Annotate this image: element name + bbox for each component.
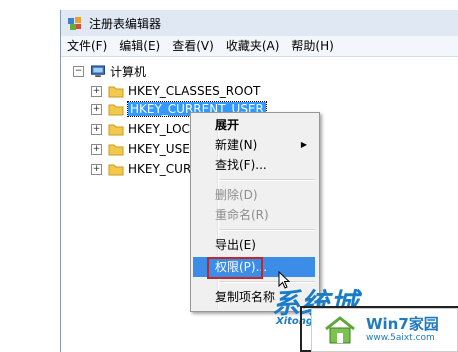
menu-item-new[interactable]: 新建(N) ▶ bbox=[193, 135, 315, 155]
menu-edit[interactable]: 编辑(E) bbox=[113, 36, 166, 56]
expand-icon[interactable]: + bbox=[91, 123, 102, 135]
menu-separator bbox=[219, 179, 315, 181]
badge-url: www.5aixt.com bbox=[366, 333, 435, 343]
menu-item-delete[interactable]: 删除(D) bbox=[193, 185, 315, 205]
collapse-icon[interactable]: − bbox=[73, 65, 84, 77]
menu-item-new-label: 新建(N) bbox=[215, 138, 258, 152]
tree-item[interactable]: + HKEY_LOCA bbox=[91, 120, 198, 138]
menu-view[interactable]: 查看(V) bbox=[166, 36, 220, 56]
expand-icon[interactable]: + bbox=[91, 143, 102, 155]
tree-item-label: HKEY_CLASSES_ROOT bbox=[128, 84, 261, 98]
expand-icon[interactable]: + bbox=[91, 163, 102, 175]
folder-icon bbox=[108, 104, 124, 115]
tree-root-label: 计算机 bbox=[110, 64, 147, 79]
win7-badge: Win7家园 www.5aixt.com bbox=[311, 308, 458, 352]
folder-icon bbox=[108, 164, 124, 175]
computer-icon bbox=[91, 64, 105, 77]
submenu-arrow-icon: ▶ bbox=[300, 140, 307, 149]
menu-bar: 文件(F) 编辑(E) 查看(V) 收藏夹(A) 帮助(H) bbox=[61, 36, 458, 57]
folder-icon bbox=[108, 144, 124, 155]
menu-help[interactable]: 帮助(H) bbox=[285, 36, 339, 56]
folder-icon bbox=[108, 124, 124, 135]
menu-favorites[interactable]: 收藏夹(A) bbox=[220, 36, 286, 56]
menu-item-rename[interactable]: 重命名(R) bbox=[193, 205, 315, 225]
menu-item-export[interactable]: 导出(E) bbox=[193, 235, 315, 255]
tree-item[interactable]: + HKEY_CLASSES_ROOT bbox=[91, 82, 260, 100]
tree-item[interactable]: + HKEY_CURI bbox=[91, 160, 195, 178]
expand-icon[interactable]: + bbox=[91, 85, 102, 97]
menu-item-expand[interactable]: 展开 bbox=[193, 115, 315, 135]
tree-item-label: HKEY_LOCA bbox=[128, 122, 199, 136]
menu-file[interactable]: 文件(F) bbox=[61, 36, 113, 56]
tree-item-label: HKEY_USER bbox=[128, 142, 199, 156]
house-icon bbox=[325, 316, 355, 344]
menu-item-find[interactable]: 查找(F)... bbox=[193, 155, 315, 175]
tree-item[interactable]: + HKEY_USER bbox=[91, 140, 198, 158]
menu-separator bbox=[219, 229, 315, 231]
tree-root[interactable]: − 计算机 bbox=[73, 62, 146, 80]
folder-icon bbox=[108, 86, 124, 97]
expand-icon[interactable]: + bbox=[91, 103, 102, 115]
tree-item-label: HKEY_CURI bbox=[128, 162, 195, 176]
highlight-box bbox=[207, 257, 263, 279]
badge-title: Win7家园 bbox=[366, 315, 439, 333]
window-title: 注册表编辑器 bbox=[89, 16, 162, 31]
registry-editor-icon bbox=[68, 17, 81, 30]
title-bar: 注册表编辑器 bbox=[61, 10, 458, 36]
